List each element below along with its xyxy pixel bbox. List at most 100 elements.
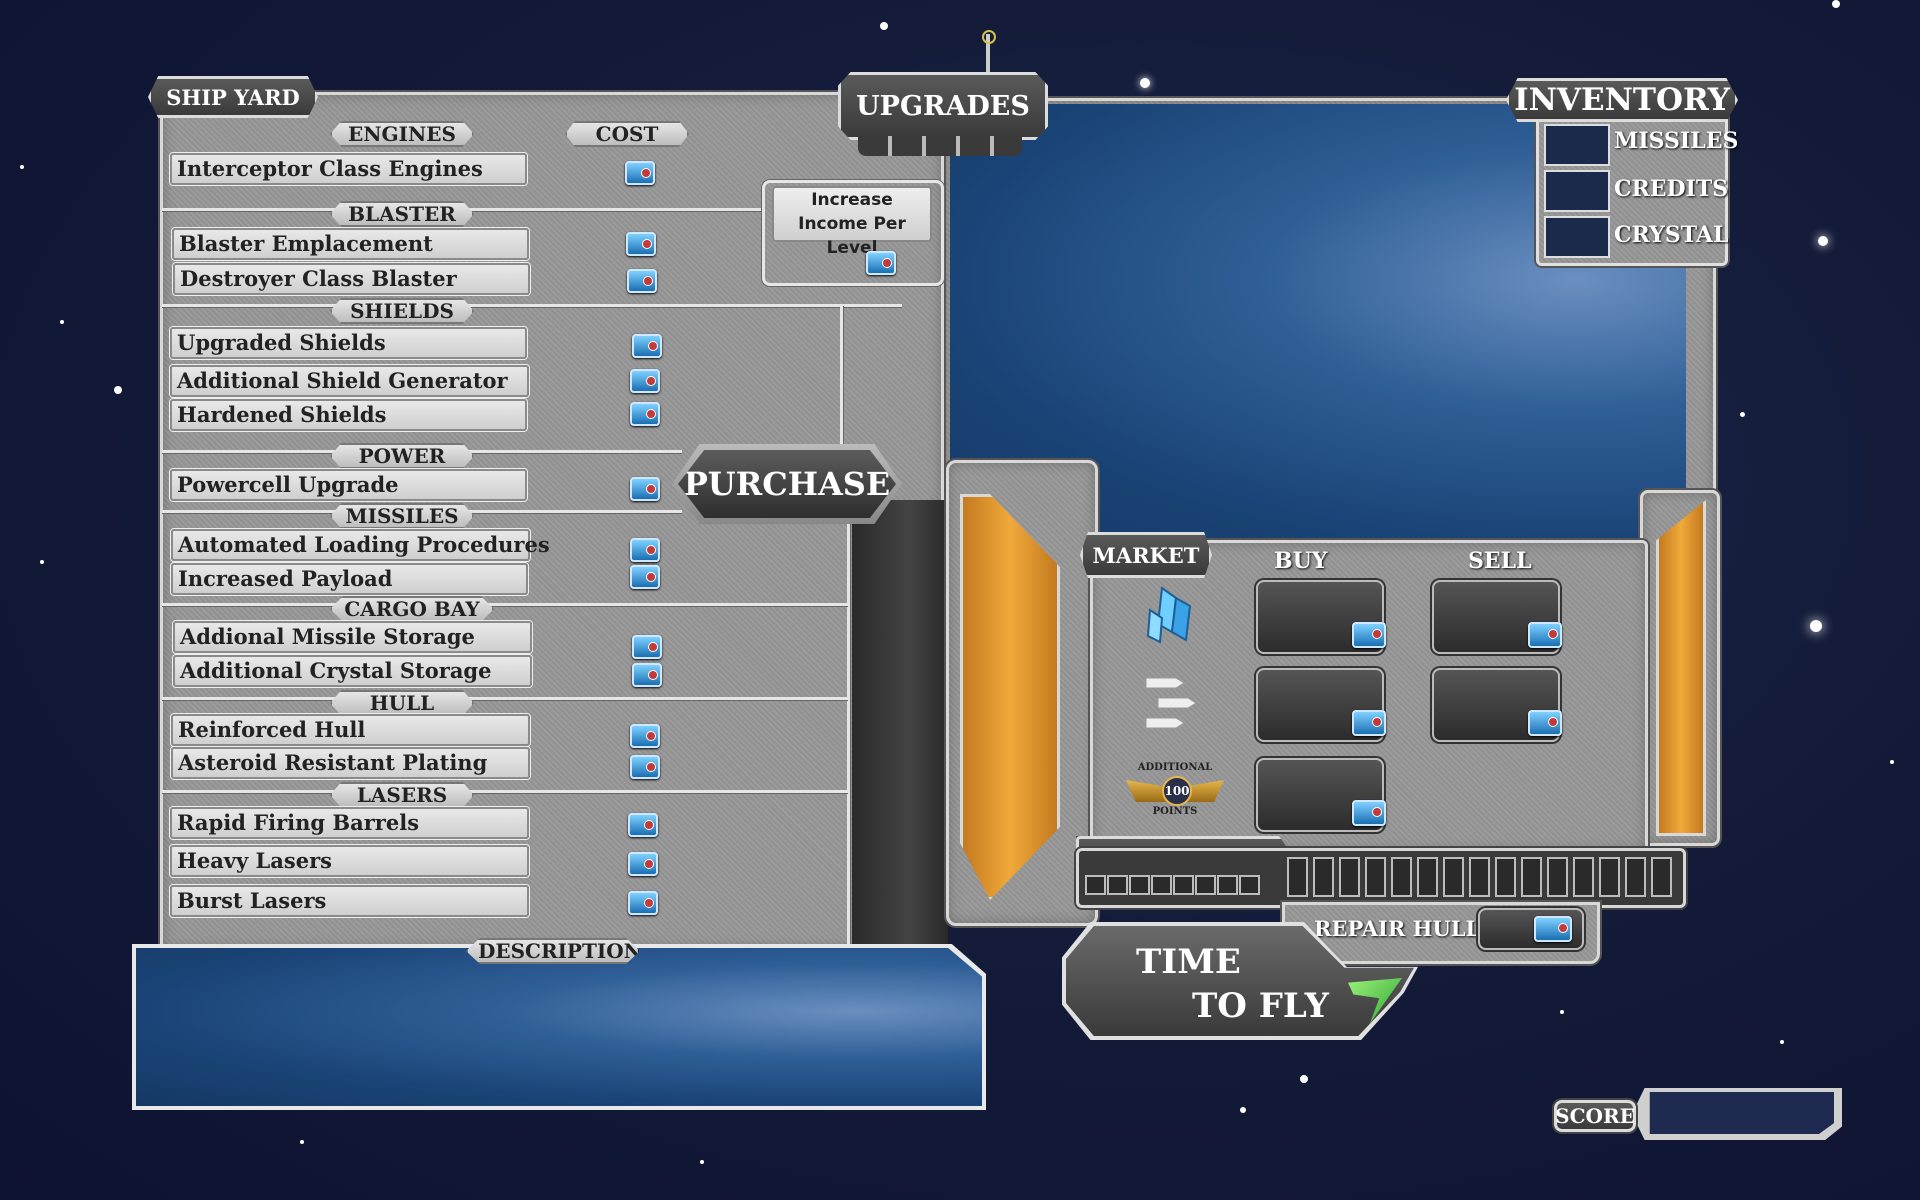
score-display (1649, 1092, 1834, 1134)
category-blaster: BLASTER (330, 201, 474, 227)
hull-strength-bar (1076, 848, 1686, 908)
upgrade-item[interactable]: Hardened Shields (170, 399, 527, 431)
category-cargo-bay: CARGO BAY (330, 596, 494, 622)
category-shields: SHIELDS (330, 298, 474, 324)
buy-points-button[interactable] (1256, 758, 1386, 832)
category-lasers: LASERS (330, 782, 474, 808)
hull-cells (1085, 875, 1265, 895)
category-power: POWER (330, 443, 474, 469)
purchase-button[interactable]: PURCHASE (672, 444, 902, 524)
buy-missiles-button[interactable] (1256, 668, 1386, 742)
upgrade-item[interactable]: Blaster Emplacement (172, 228, 529, 260)
inventory-title-text: INVENTORY (1514, 82, 1730, 118)
purchase-label: PURCHASE (683, 465, 891, 503)
cost-card-icon (628, 852, 658, 876)
upgrade-item[interactable]: Burst Lasers (170, 885, 529, 917)
to-fly-label: TO FLY (1192, 986, 1329, 1026)
score-label: SCORE (1554, 1100, 1636, 1132)
price-card-icon (1352, 800, 1386, 826)
cost-card-icon (627, 269, 657, 293)
divider (162, 603, 848, 606)
divider (847, 520, 850, 950)
description-box (136, 948, 982, 1106)
sell-crystal-button[interactable] (1432, 580, 1562, 654)
upgrade-item[interactable]: Increased Payload (171, 563, 528, 595)
divider (162, 697, 848, 700)
price-card-icon (1528, 622, 1562, 648)
points-badge-icon: 100 ADDITIONAL POINTS (1120, 762, 1230, 822)
cost-card-icon (630, 538, 660, 562)
divider (162, 790, 848, 793)
score-label-text: SCORE (1555, 1104, 1635, 1128)
description-header: DESCRIPTION (466, 938, 640, 964)
upgrade-item[interactable]: Automated Loading Procedures (171, 529, 550, 561)
cost-header: COST (565, 121, 689, 147)
inventory-title: INVENTORY (1506, 78, 1738, 122)
upgrade-item[interactable]: Addional Missile Storage (173, 621, 532, 653)
inventory-crystal-label: CRYSTAL (1614, 222, 1729, 248)
shipyard-title-text: SHIP YARD (166, 84, 300, 110)
inventory-credits-slot (1544, 170, 1610, 212)
upgrade-item[interactable]: Upgraded Shields (170, 327, 527, 359)
inventory-missiles-label: MISSILES (1614, 128, 1739, 154)
buy-header: BUY (1274, 548, 1328, 574)
market-title-text: MARKET (1092, 542, 1200, 568)
category-missiles: MISSILES (330, 503, 474, 529)
cost-card-icon (625, 161, 655, 185)
sell-missiles-button[interactable] (1432, 668, 1562, 742)
upgrade-item[interactable]: Rapid Firing Barrels (170, 807, 529, 839)
upgrades-clamps (858, 136, 1022, 156)
badge-number: 100 (1164, 784, 1190, 798)
orange-panel-left (960, 494, 1060, 900)
cost-card-icon (628, 813, 658, 837)
hull-cells-large (1287, 857, 1677, 897)
cost-card-icon (626, 232, 656, 256)
price-card-icon (1352, 710, 1386, 736)
cost-card-icon (628, 891, 658, 915)
badge-top-text: ADDITIONAL (1137, 762, 1213, 773)
dark-pillar (852, 500, 948, 950)
category-engines: ENGINES (330, 121, 474, 147)
inventory-crystal-slot (1544, 216, 1610, 258)
price-card-icon (1352, 622, 1386, 648)
income-label: Increase Income Per Level (772, 186, 932, 258)
repair-hull-button[interactable] (1478, 908, 1584, 950)
upgrade-item[interactable]: Additional Shield Generator (170, 365, 529, 397)
buy-crystal-button[interactable] (1256, 580, 1386, 654)
price-card-icon (1534, 916, 1572, 942)
cost-card-icon (630, 477, 660, 501)
repair-hull-label: REPAIR HULL (1314, 916, 1481, 941)
category-hull: HULL (330, 690, 474, 716)
arrow-icon (1348, 978, 1402, 1024)
antenna-tip (982, 30, 996, 44)
cost-card-icon (632, 334, 662, 358)
upgrade-item[interactable]: Reinforced Hull (171, 714, 530, 746)
divider (840, 306, 843, 446)
badge-circle: 100 (1162, 776, 1192, 806)
crystal-icon (1142, 584, 1202, 648)
upgrade-item[interactable]: Heavy Lasers (170, 845, 529, 877)
purchase-button-inner: PURCHASE (678, 450, 896, 518)
cost-card-icon (632, 663, 662, 687)
market-title: MARKET (1080, 532, 1212, 578)
upgrade-item[interactable]: Interceptor Class Engines (170, 153, 527, 185)
divider (162, 304, 902, 307)
cost-card-icon (630, 724, 660, 748)
cost-card-icon (630, 402, 660, 426)
upgrade-item[interactable]: Asteroid Resistant Plating (171, 747, 530, 779)
income-cost-icon (866, 251, 896, 275)
shipyard-title: SHIP YARD (148, 76, 318, 118)
sell-header: SELL (1468, 548, 1532, 574)
upgrade-item[interactable]: Destroyer Class Blaster (173, 263, 530, 295)
missiles-icon (1140, 670, 1204, 734)
cost-card-icon (632, 635, 662, 659)
orange-panel-right (1656, 500, 1706, 836)
cost-card-icon (630, 565, 660, 589)
cost-card-icon (630, 755, 660, 779)
cost-card-icon (630, 369, 660, 393)
upgrades-title: UPGRADES (838, 72, 1048, 140)
upgrade-item[interactable]: Powercell Upgrade (170, 469, 527, 501)
upgrade-item[interactable]: Additional Crystal Storage (173, 655, 532, 687)
time-label: TIME (1136, 942, 1241, 982)
inventory-credits-label: CREDITS (1614, 176, 1729, 202)
